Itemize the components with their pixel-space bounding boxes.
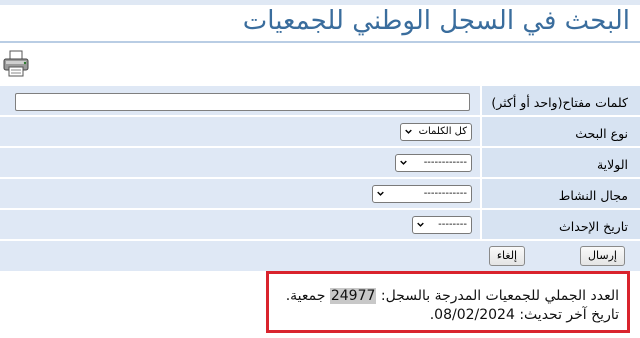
wilaya-label: الولاية <box>482 148 640 177</box>
search-type-label: نوع البحث <box>482 117 640 146</box>
page-title: البحث في السجل الوطني للجمعيات <box>242 6 630 36</box>
count-line: العدد الجملي للجمعيات المدرجة بالسجل: 24… <box>286 288 619 304</box>
keywords-row: كلمات مفتاح(واحد أو أكثر) <box>0 86 640 117</box>
date-select[interactable]: -------- <box>412 216 472 234</box>
count-prefix: العدد الجملي للجمعيات المدرجة بالسجل: <box>380 288 619 304</box>
submit-button[interactable]: إرسال <box>580 246 625 266</box>
wilaya-value: ------------ <box>423 157 467 168</box>
wilaya-row: الولاية ------------ <box>0 148 640 179</box>
activity-value: ------------ <box>423 188 467 199</box>
chevron-down-icon <box>400 160 407 165</box>
chevron-down-icon <box>377 191 384 196</box>
search-form: كلمات مفتاح(واحد أو أكثر) نوع البحث كل ا… <box>0 86 640 271</box>
date-label: تاريخ الإحداث <box>482 210 640 239</box>
keywords-label: كلمات مفتاح(واحد أو أكثر) <box>482 86 640 115</box>
last-update-date: 08/02/2024. <box>429 307 515 323</box>
activity-row: مجال النشاط ------------ <box>0 179 640 210</box>
chevron-down-icon <box>417 222 424 227</box>
association-count: 24977 <box>329 288 377 304</box>
search-type-value: كل الكلمات <box>418 126 467 137</box>
date-value: -------- <box>438 219 467 230</box>
top-band <box>0 0 640 5</box>
form-actions: إرسال إلغاء <box>0 241 640 271</box>
printer-icon[interactable] <box>0 50 32 78</box>
search-type-select[interactable]: كل الكلمات <box>400 123 472 141</box>
count-suffix: جمعية. <box>285 288 326 304</box>
activity-label: مجال النشاط <box>482 179 640 208</box>
keywords-input[interactable] <box>15 93 470 111</box>
title-divider <box>0 41 640 43</box>
chevron-down-icon <box>405 129 412 134</box>
cancel-button[interactable]: إلغاء <box>489 246 525 266</box>
search-type-row: نوع البحث كل الكلمات <box>0 117 640 148</box>
wilaya-select[interactable]: ------------ <box>395 154 472 172</box>
update-line: تاريخ آخر تحديث: 08/02/2024. <box>430 307 619 323</box>
activity-select[interactable]: ------------ <box>372 185 472 203</box>
date-row: تاريخ الإحداث -------- <box>0 210 640 241</box>
update-prefix: تاريخ آخر تحديث: <box>519 307 619 323</box>
results-summary: العدد الجملي للجمعيات المدرجة بالسجل: 24… <box>266 271 630 333</box>
